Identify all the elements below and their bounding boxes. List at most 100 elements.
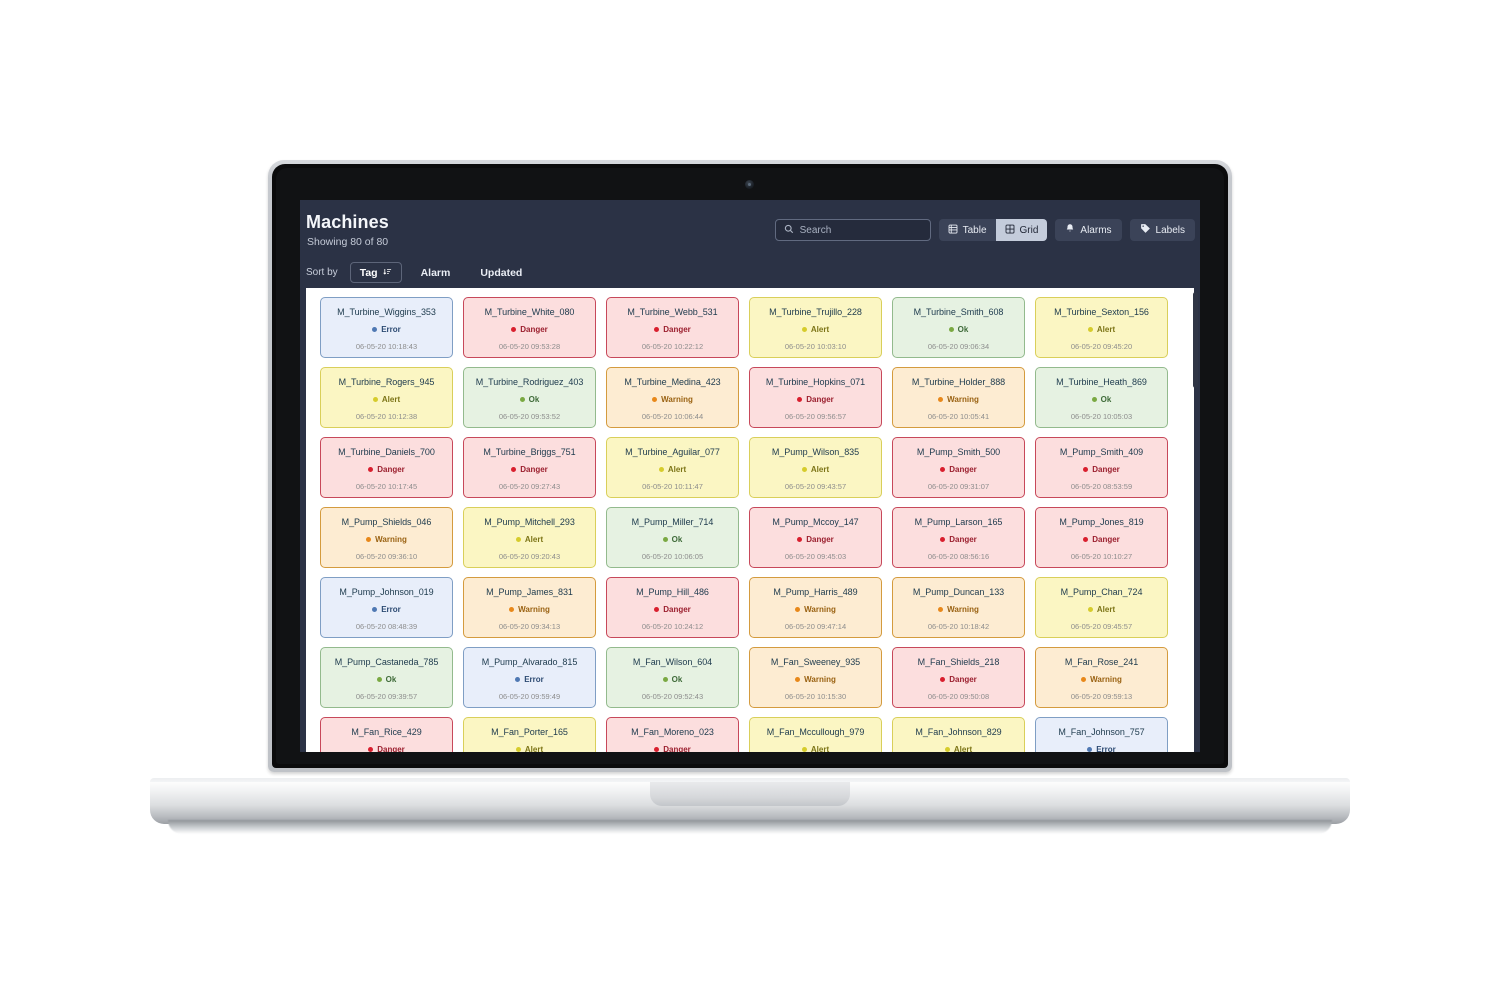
machine-status-label: Alert <box>810 745 830 752</box>
machine-tag: M_Turbine_Medina_423 <box>624 377 721 387</box>
machine-status-label: Error <box>1096 745 1116 752</box>
machine-status: Danger <box>654 745 691 752</box>
machine-updated: 06-05-20 10:18:43 <box>355 342 418 351</box>
machine-card[interactable]: M_Fan_Johnson_757 Error <box>1035 717 1168 752</box>
view-grid-button[interactable]: Grid <box>995 219 1048 241</box>
machine-status: Warning <box>938 605 979 614</box>
machine-card[interactable]: M_Turbine_Rodriguez_403 Ok 06-05-20 09:53:… <box>463 367 596 428</box>
sort-option-tag[interactable]: Tag <box>349 262 402 283</box>
sort-option-updated[interactable]: Updated <box>469 262 533 283</box>
machine-card[interactable]: M_Pump_Mccoy_147 Danger 06-05-20 09:45:03 <box>749 507 882 568</box>
machine-card[interactable]: M_Turbine_Hopkins_071 Danger 06-05-20 09:5… <box>749 367 882 428</box>
machine-card[interactable]: M_Turbine_Daniels_700 Danger 06-05-20 10:1… <box>320 437 453 498</box>
machine-card[interactable]: M_Turbine_White_080 Danger 06-05-20 09:53:… <box>463 297 596 358</box>
status-dot-danger-icon <box>797 537 803 542</box>
machine-status: Danger <box>1083 535 1120 544</box>
laptop-base-notch <box>650 782 850 806</box>
machine-tag: M_Pump_Smith_409 <box>1059 447 1144 457</box>
machine-card[interactable]: M_Turbine_Smith_608 Ok 06-05-20 09:06:34 <box>892 297 1025 358</box>
machine-tag: M_Turbine_Holder_888 <box>911 377 1006 387</box>
machine-tag: M_Fan_Wilson_604 <box>632 657 713 667</box>
status-dot-warning-icon <box>1081 677 1087 682</box>
machine-status: Alert <box>658 465 686 474</box>
status-dot-danger-icon <box>797 397 803 402</box>
machine-status-label: Alert <box>381 395 401 404</box>
machine-card[interactable]: M_Turbine_Rogers_945 Alert 06-05-20 10:12:… <box>320 367 453 428</box>
machine-status-label: Ok <box>671 675 683 684</box>
search-input[interactable]: Search <box>774 219 931 241</box>
machine-card[interactable]: M_Pump_Smith_409 Danger 06-05-20 08:53:59 <box>1035 437 1168 498</box>
machine-card[interactable]: M_Pump_Hill_486 Danger 06-05-20 10:24:12 <box>606 577 739 638</box>
machine-card[interactable]: M_Turbine_Holder_888 Warning 06-05-20 10:0… <box>892 367 1025 428</box>
machine-card[interactable]: M_Pump_Duncan_133 Warning 06-05-20 10:18:4… <box>892 577 1025 638</box>
machine-card[interactable]: M_Turbine_Heath_869 Ok 06-05-20 10:05:03 <box>1035 367 1168 428</box>
machine-card[interactable]: M_Turbine_Wiggins_353 Error 06-05-20 10:18… <box>320 297 453 358</box>
machine-status-label: Ok <box>1100 395 1112 404</box>
machine-card[interactable]: M_Turbine_Webb_531 Danger 06-05-20 10:22:1… <box>606 297 739 358</box>
machine-card[interactable]: M_Pump_Larson_165 Danger 06-05-20 08:56:16 <box>892 507 1025 568</box>
machine-card[interactable]: M_Pump_Jones_819 Danger 06-05-20 10:10:27 <box>1035 507 1168 568</box>
sort-desc-icon <box>382 267 392 279</box>
machine-card[interactable]: M_Fan_Shields_218 Danger 06-05-20 09:50:08 <box>892 647 1025 708</box>
machine-card[interactable]: M_Fan_Johnson_829 Alert <box>892 717 1025 752</box>
machine-status-label: Danger <box>806 535 834 544</box>
machine-card[interactable]: M_Pump_Shields_046 Warning 06-05-20 09:36:… <box>320 507 453 568</box>
result-count: Showing 80 of 80 <box>307 236 389 248</box>
machine-card[interactable]: M_Pump_James_831 Warning 06-05-20 09:34:13 <box>463 577 596 638</box>
machine-card[interactable]: M_Turbine_Trujillo_228 Alert 06-05-20 10:0… <box>749 297 882 358</box>
view-table-button[interactable]: Table <box>939 219 996 241</box>
status-dot-alert-icon <box>658 467 664 472</box>
machine-updated: 06-05-20 09:20:43 <box>498 552 561 561</box>
machine-card[interactable]: M_Fan_Mccullough_979 Alert <box>749 717 882 752</box>
status-dot-ok-icon <box>376 677 382 682</box>
machine-card[interactable]: M_Pump_Alvarado_815 Error 06-05-20 09:59:4… <box>463 647 596 708</box>
machine-card[interactable]: M_Fan_Moreno_023 Danger <box>606 717 739 752</box>
machine-status: Warning <box>795 675 836 684</box>
machine-tag: M_Fan_Rice_429 <box>351 727 422 737</box>
machine-status-label: Alert <box>953 745 973 752</box>
machine-status-label: Alert <box>810 325 830 334</box>
machine-status-label: Danger <box>1092 535 1120 544</box>
machine-card[interactable]: M_Pump_Mitchell_293 Alert 06-05-20 09:20:4… <box>463 507 596 568</box>
content-scrollbar-thumb[interactable] <box>1193 292 1198 388</box>
machine-card[interactable]: M_Pump_Chan_724 Alert 06-05-20 09:45:57 <box>1035 577 1168 638</box>
machine-tag: M_Pump_Larson_165 <box>914 517 1003 527</box>
machine-card[interactable]: M_Turbine_Briggs_751 Danger 06-05-20 09:27… <box>463 437 596 498</box>
machine-status-label: Danger <box>377 465 405 474</box>
machine-card[interactable]: M_Pump_Wilson_835 Alert 06-05-20 09:43:57 <box>749 437 882 498</box>
app-screen: Machines Showing 80 of 80 Search Table G… <box>300 200 1200 752</box>
machine-updated: 06-05-20 09:34:13 <box>498 622 561 631</box>
machine-card[interactable]: M_Fan_Rice_429 Danger <box>320 717 453 752</box>
machine-card[interactable]: M_Pump_Harris_489 Warning 06-05-20 09:47:1… <box>749 577 882 638</box>
status-dot-error-icon <box>515 677 521 682</box>
machine-status-label: Warning <box>518 605 550 614</box>
machine-status-label: Warning <box>1090 675 1122 684</box>
machine-card[interactable]: M_Pump_Miller_714 Ok 06-05-20 10:06:05 <box>606 507 739 568</box>
machine-card[interactable]: M_Fan_Porter_165 Alert <box>463 717 596 752</box>
machine-tag: M_Fan_Mccullough_979 <box>766 727 865 737</box>
machine-updated: 06-05-20 10:11:47 <box>642 482 703 491</box>
status-dot-warning-icon <box>366 537 372 542</box>
machine-tag: M_Turbine_Webb_531 <box>627 307 718 317</box>
machine-tag: M_Pump_Jones_819 <box>1059 517 1144 527</box>
machine-card[interactable]: M_Turbine_Aguilar_077 Alert 06-05-20 10:11… <box>606 437 739 498</box>
machine-status-label: Danger <box>663 325 691 334</box>
machine-updated: 06-05-20 09:45:57 <box>1070 622 1133 631</box>
machine-card[interactable]: M_Fan_Wilson_604 Ok 06-05-20 09:52:43 <box>606 647 739 708</box>
machine-updated: 06-05-20 09:43:57 <box>784 482 847 491</box>
machine-card[interactable]: M_Pump_Johnson_019 Error 06-05-20 08:48:39 <box>320 577 453 638</box>
sort-option-alarm[interactable]: Alarm <box>410 262 462 283</box>
machine-card[interactable]: M_Pump_Smith_500 Danger 06-05-20 09:31:07 <box>892 437 1025 498</box>
machine-card[interactable]: M_Fan_Sweeney_935 Warning 06-05-20 10:15:3… <box>749 647 882 708</box>
machine-card[interactable]: M_Turbine_Sexton_156 Alert 06-05-20 09:45:… <box>1035 297 1168 358</box>
status-dot-alert-icon <box>515 747 521 752</box>
machine-card[interactable]: M_Turbine_Medina_423 Warning 06-05-20 10:0… <box>606 367 739 428</box>
alarms-button[interactable]: Alarms <box>1055 219 1122 241</box>
laptop-base-shadow <box>168 820 1332 834</box>
machine-card[interactable]: M_Pump_Castaneda_785 Ok 06-05-20 09:39:57 <box>320 647 453 708</box>
machine-card[interactable]: M_Fan_Rose_241 Warning 06-05-20 09:59:13 <box>1035 647 1168 708</box>
labels-button[interactable]: Labels <box>1129 219 1195 241</box>
machine-status-label: Warning <box>804 675 836 684</box>
machine-updated: 06-05-20 10:15:30 <box>784 692 847 701</box>
machine-status: Error <box>515 675 544 684</box>
